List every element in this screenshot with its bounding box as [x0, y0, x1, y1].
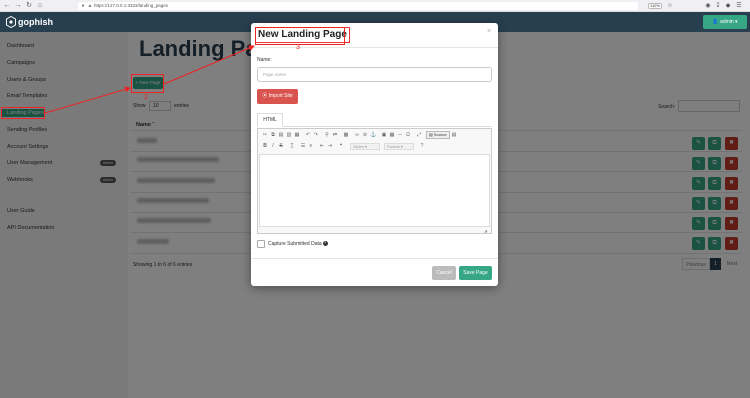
resize-handle-icon[interactable]: ◢: [484, 228, 487, 233]
italic-icon[interactable]: I: [270, 143, 276, 149]
help-icon[interactable]: ?: [419, 143, 425, 149]
tab-divider: [257, 126, 492, 127]
editor-toolbar-row-1: ✂ ⧉ ▤ ▥ ▦ ↶ ↷ ⚲ ⇄ ▩ ∞ ⊘ ⚓ ▣ ▦ ─ Ω ⤢ ▤ So…: [260, 131, 490, 141]
editor-content-area[interactable]: [259, 154, 490, 227]
preview-icon[interactable]: ▤: [451, 132, 457, 138]
extension-icon[interactable]: ◆: [724, 2, 732, 10]
annotation-number-3: 3: [296, 44, 300, 51]
find-icon[interactable]: ⚲: [324, 132, 330, 138]
capture-label-text: Capture Submitted Data: [268, 241, 322, 247]
tab-html[interactable]: HTML: [257, 113, 283, 127]
select-all-icon[interactable]: ▩: [343, 132, 349, 138]
unlink-icon[interactable]: ⊘: [362, 132, 368, 138]
format-label: Format: [387, 144, 400, 149]
lock-icon: ▲: [87, 3, 93, 9]
close-icon[interactable]: ×: [487, 28, 491, 35]
bold-icon[interactable]: B: [262, 143, 268, 149]
copy-icon[interactable]: ⧉: [270, 132, 276, 138]
styles-dropdown[interactable]: Styles ▾: [350, 143, 380, 150]
admin-menu-button[interactable]: 👤 admin ▾: [703, 15, 747, 29]
capture-data-checkbox[interactable]: [257, 240, 265, 248]
indent-icon[interactable]: ⇥: [327, 143, 333, 149]
cancel-button[interactable]: Cancel: [432, 266, 456, 280]
page-name-input[interactable]: [257, 67, 492, 82]
import-site-label: Import Site: [268, 93, 293, 99]
outdent-icon[interactable]: ⇤: [319, 143, 325, 149]
zoom-level[interactable]: 110%: [648, 3, 662, 9]
reload-icon[interactable]: ↻: [25, 2, 33, 10]
back-icon[interactable]: ←: [3, 2, 11, 10]
modal-header-divider: [251, 47, 498, 48]
bullet-list-icon[interactable]: ≡: [308, 143, 314, 149]
replace-icon[interactable]: ⇄: [332, 132, 338, 138]
anchor-icon[interactable]: ⚓: [370, 132, 376, 138]
forward-icon[interactable]: →: [14, 2, 22, 10]
home-icon[interactable]: ⌂: [36, 2, 44, 10]
image-icon[interactable]: ▣: [381, 132, 387, 138]
url-text: https://127.0.0.1:3333/landing_pages: [94, 3, 169, 8]
address-bar[interactable]: ● ▲ https://127.0.0.1:3333/landing_pages: [78, 2, 638, 10]
format-dropdown[interactable]: Format ▾: [384, 143, 414, 150]
remove-format-icon[interactable]: T̲: [289, 143, 295, 149]
modal-footer-divider: [251, 258, 498, 259]
admin-label: admin: [720, 19, 734, 25]
table-icon[interactable]: ▦: [389, 132, 395, 138]
undo-icon[interactable]: ↶: [305, 132, 311, 138]
capture-data-label: Capture Submitted Data?: [268, 241, 328, 247]
brand-name[interactable]: gophish: [18, 16, 53, 28]
shield-icon: ●: [81, 3, 85, 9]
import-icon: ⦿: [262, 93, 268, 99]
special-char-icon[interactable]: Ω: [405, 132, 411, 138]
name-label: Name:: [257, 57, 272, 63]
horizontal-line-icon[interactable]: ─: [397, 132, 403, 138]
new-landing-page-modal: New Landing Page × Name: ⦿ Import Site H…: [251, 23, 498, 286]
html-editor: ✂ ⧉ ▤ ▥ ▦ ↶ ↷ ⚲ ⇄ ▩ ∞ ⊘ ⚓ ▣ ▦ ─ Ω ⤢ ▤ So…: [257, 128, 492, 234]
strike-icon[interactable]: S: [278, 143, 284, 149]
menu-icon[interactable]: ☰: [735, 2, 743, 10]
gophish-logo-icon: [6, 16, 16, 28]
annotation-box-new-page: [131, 74, 164, 93]
styles-label: Styles: [353, 144, 364, 149]
pocket-icon[interactable]: ◉: [704, 2, 712, 10]
bookmark-star-icon[interactable]: ☆: [666, 2, 674, 10]
paste-icon[interactable]: ▤: [278, 132, 284, 138]
download-icon[interactable]: ↧: [714, 2, 722, 10]
cut-icon[interactable]: ✂: [262, 132, 268, 138]
annotation-box-landing-pages: [1, 107, 45, 119]
question-icon[interactable]: ?: [322, 241, 328, 247]
maximize-icon[interactable]: ⤢: [416, 132, 422, 138]
editor-toolbar-row-2: B I S T̲ ☰ ≡ ⇤ ⇥ ❝ Styles ▾ Format ▾ ?: [260, 142, 490, 152]
source-button[interactable]: ▤ Source: [426, 131, 450, 139]
blockquote-icon[interactable]: ❝: [338, 143, 344, 149]
import-site-button[interactable]: ⦿ Import Site: [257, 89, 298, 104]
numbered-list-icon[interactable]: ☰: [300, 143, 306, 149]
source-label: Source: [433, 132, 447, 137]
paste-word-icon[interactable]: ▦: [294, 132, 300, 138]
paste-text-icon[interactable]: ▥: [286, 132, 292, 138]
annotation-number-2: 2: [144, 94, 148, 101]
annotation-box-modal-title: [255, 27, 345, 45]
save-page-button[interactable]: Save Page: [459, 266, 492, 280]
link-icon[interactable]: ∞: [354, 132, 360, 138]
redo-icon[interactable]: ↷: [313, 132, 319, 138]
browser-toolbar: ← → ↻ ⌂ ● ▲ https://127.0.0.1:3333/landi…: [0, 0, 750, 12]
